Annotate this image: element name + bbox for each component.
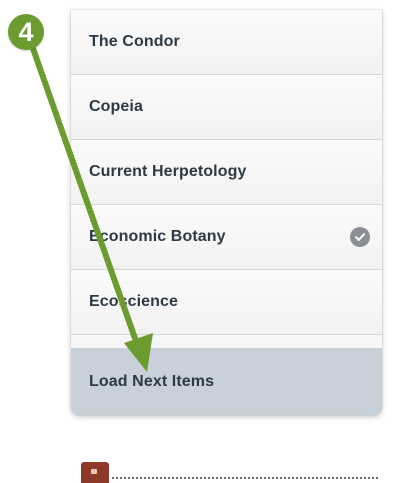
bookmark-tag-icon: [81, 462, 109, 483]
list-item-copeia[interactable]: Copeia: [71, 75, 382, 140]
load-next-items-button[interactable]: Load Next Items: [71, 348, 382, 415]
journal-list: The Condor Copeia Current Herpetology Ec…: [71, 10, 382, 415]
list-item-label: Ecoscience: [89, 293, 179, 310]
screen: The Condor Copeia Current Herpetology Ec…: [0, 0, 394, 483]
step-number: 4: [18, 16, 34, 47]
dotted-divider: [112, 477, 378, 479]
list-item-economic-botany[interactable]: Economic Botany: [71, 205, 382, 270]
load-next-items-label: Load Next Items: [89, 372, 215, 390]
list-item-the-condor[interactable]: The Condor: [71, 10, 382, 75]
list-item-label: Current Herpetology: [89, 163, 247, 180]
list-item-label: The Condor: [89, 33, 180, 50]
list-item-label: Copeia: [89, 98, 143, 115]
list-item-ecoscience[interactable]: Ecoscience: [71, 270, 382, 335]
checkmark-circle-icon: [350, 227, 370, 247]
list-item-current-herpetology[interactable]: Current Herpetology: [71, 140, 382, 205]
list-item-label: Economic Botany: [89, 228, 226, 245]
step-number-badge: 4: [8, 14, 44, 50]
